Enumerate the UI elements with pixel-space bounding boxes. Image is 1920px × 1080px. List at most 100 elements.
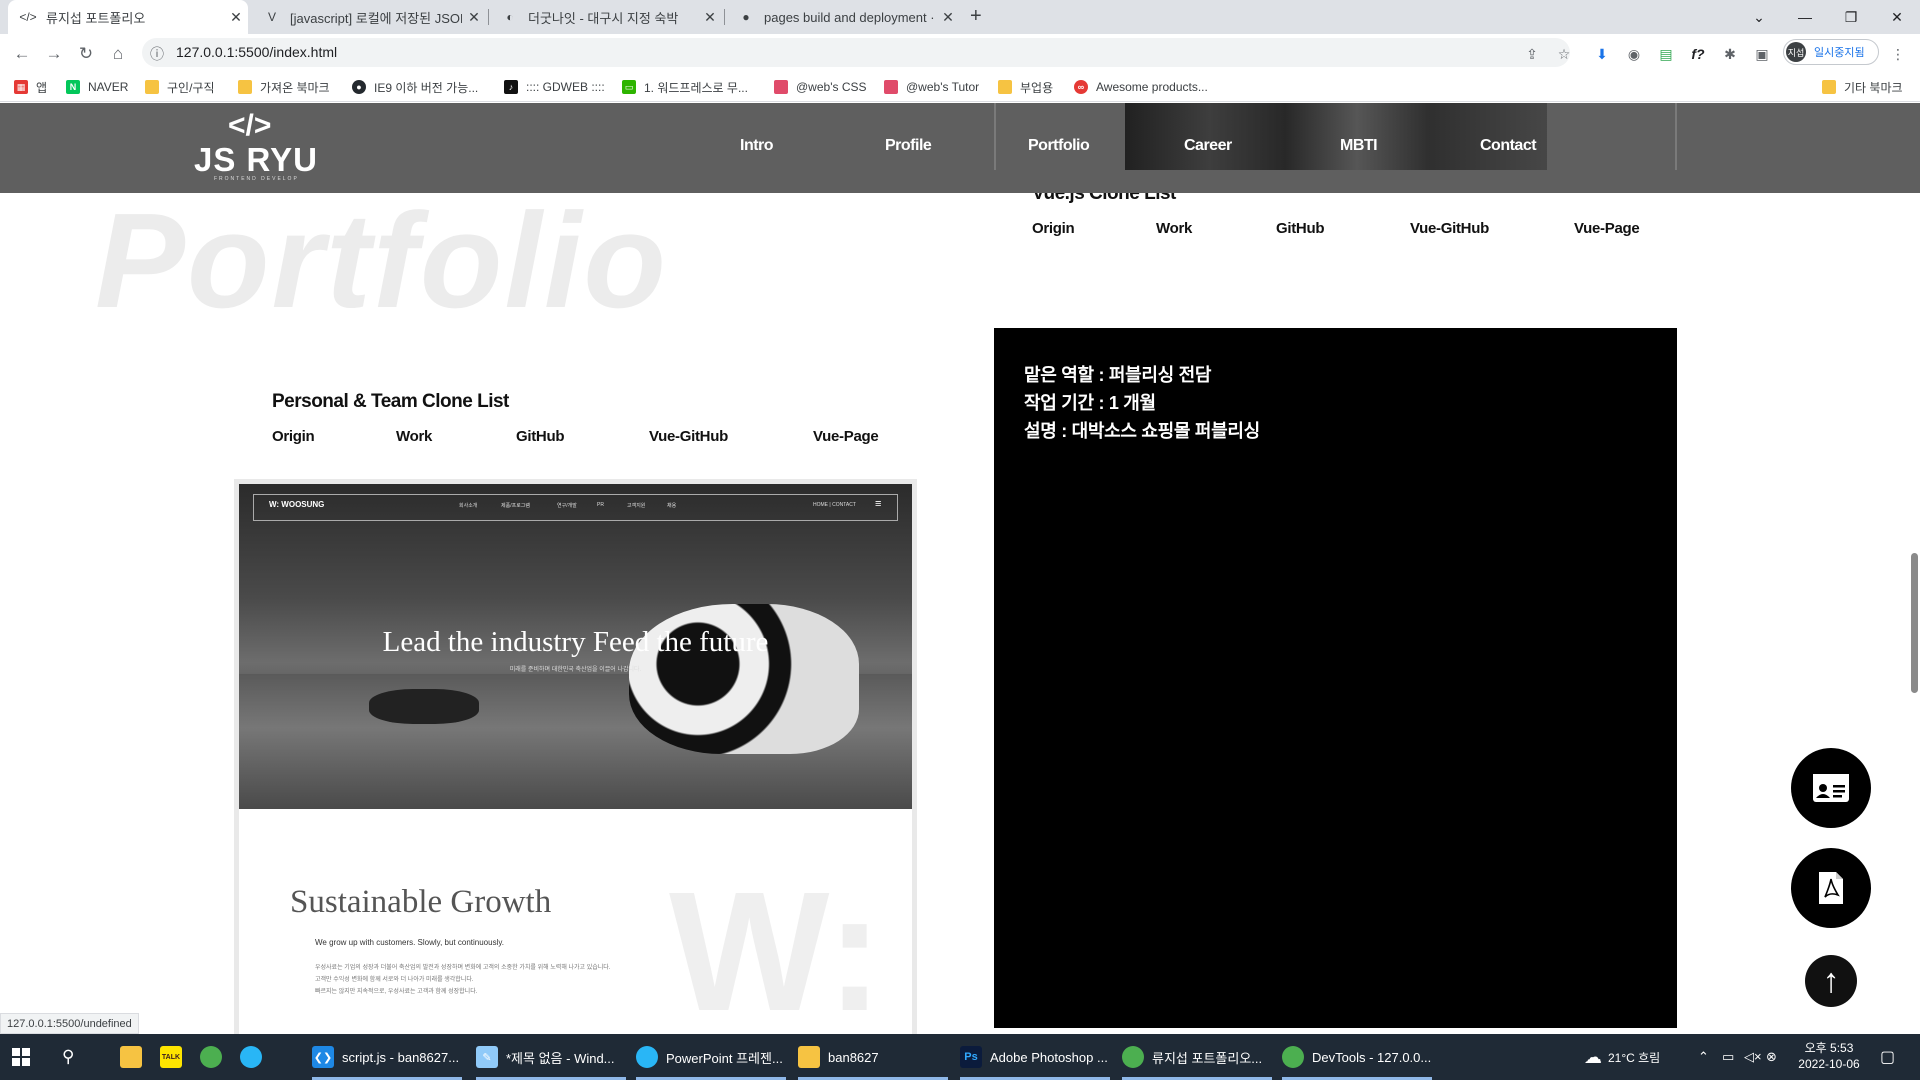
pinned-chrome[interactable] <box>200 1034 230 1080</box>
pinned-explorer[interactable] <box>120 1034 150 1080</box>
nav-mbti[interactable]: MBTI <box>1340 137 1378 155</box>
pdf-download-button[interactable] <box>1791 848 1871 928</box>
search-icon[interactable]: ⚲ <box>62 1034 74 1080</box>
fonts-extension-icon[interactable]: f? <box>1686 42 1710 66</box>
home-icon[interactable]: ⌂ <box>104 40 132 68</box>
left-link-vue-github[interactable]: Vue-GitHub <box>649 428 728 445</box>
tab-json[interactable]: V [javascript] 로컬에 저장된 JSON ✕ <box>252 0 486 34</box>
bookmark-webs-css[interactable]: @web's CSS <box>774 75 867 99</box>
bookmark-naver[interactable]: N NAVER <box>66 75 128 99</box>
right-link-vue-page[interactable]: Vue-Page <box>1574 220 1640 237</box>
scroll-top-button[interactable]: ↑ <box>1805 955 1857 1007</box>
tiktok-icon: ♪ <box>504 80 518 94</box>
woosung-screenshot[interactable]: W: WOOSUNG 회사소개 제품/프로그램 연구/개발 PR 고객지원 채용… <box>239 484 912 1034</box>
logo-code-icon[interactable]: </> <box>228 109 271 143</box>
contact-card-button[interactable] <box>1791 748 1871 828</box>
extensions-puzzle-icon[interactable]: ✱ <box>1718 42 1742 66</box>
bookmark-imported[interactable]: 가져온 북마크 <box>238 75 330 99</box>
close-icon[interactable]: ✕ <box>224 9 248 26</box>
shot-nav-item: PR <box>597 502 604 508</box>
powerpoint-icon <box>636 1046 658 1068</box>
download-icon[interactable]: ⬇ <box>1590 42 1614 66</box>
tab-search-icon[interactable]: ⌄ <box>1736 0 1782 34</box>
site-info-icon[interactable]: ⓘ <box>150 44 164 64</box>
notification-off-icon[interactable]: ⊗ <box>1766 1034 1777 1080</box>
shot-nav-item: 채용 <box>667 503 677 509</box>
nav-profile[interactable]: Profile <box>885 137 932 155</box>
start-button[interactable] <box>12 1034 30 1080</box>
pinned-kakaotalk[interactable]: TALK <box>160 1034 190 1080</box>
action-center-icon[interactable]: ▢ <box>1880 1034 1895 1080</box>
shot-nav-right: HOME | CONTACT <box>813 502 856 508</box>
folder-icon <box>1822 80 1836 94</box>
reload-icon[interactable]: ↻ <box>72 40 100 68</box>
network-icon[interactable]: ▭ <box>1722 1034 1734 1080</box>
bookmark-apps[interactable]: ▦ 앱 <box>14 75 47 99</box>
tab-portfolio[interactable]: </> 류지섭 포트폴리오 ✕ <box>8 0 248 34</box>
bookmark-webs-tutor[interactable]: @web's Tutor <box>884 75 979 99</box>
tab-goodnight[interactable]: ◐ 더굿나잇 - 대구시 지정 숙박 ✕ <box>490 0 722 34</box>
apps-grid-icon: ▦ <box>14 80 28 94</box>
left-link-origin[interactable]: Origin <box>272 428 315 445</box>
new-tab-button[interactable]: + <box>970 5 982 28</box>
camera-icon[interactable]: ◉ <box>1622 42 1646 66</box>
nav-contact[interactable]: Contact <box>1480 137 1537 155</box>
site-logo[interactable]: JS RYU <box>194 141 318 179</box>
left-link-github[interactable]: GitHub <box>516 428 565 445</box>
taskbar-app-vscode[interactable]: ❮❯ script.js - ban8627... <box>312 1034 459 1080</box>
weather-widget[interactable]: ☁ 21°C 흐림 <box>1584 1034 1660 1080</box>
left-link-vue-page[interactable]: Vue-Page <box>813 428 879 445</box>
clock[interactable]: 오후 5:53 2022-10-06 <box>1796 1040 1862 1072</box>
taskbar-app-chrome-portfolio[interactable]: 류지섭 포트폴리오... <box>1122 1034 1262 1080</box>
bookmark-star-icon[interactable]: ☆ <box>1552 42 1576 66</box>
nav-career[interactable]: Career <box>1184 137 1232 155</box>
url-text[interactable]: 127.0.0.1:5500/index.html <box>176 44 337 60</box>
left-link-work[interactable]: Work <box>396 428 432 445</box>
bookmark-jobs[interactable]: 구인/구직 <box>145 75 215 99</box>
bookmark-other[interactable]: 기타 북마크 <box>1822 75 1903 99</box>
minimize-icon[interactable]: — <box>1782 0 1828 34</box>
taskbar-app-photoshop[interactable]: Ps Adobe Photoshop ... <box>960 1034 1108 1080</box>
page-scrollbar[interactable] <box>1911 553 1918 693</box>
menu-kebab-icon[interactable]: ⋮ <box>1886 42 1910 66</box>
bookmark-ie9[interactable]: ● IE9 이하 버전 가능... <box>352 75 478 99</box>
close-window-icon[interactable]: ✕ <box>1874 0 1920 34</box>
taskbar-app-powerpoint[interactable]: PowerPoint 프레젠... <box>636 1034 783 1080</box>
taskbar-app-folder[interactable]: ban8627 <box>798 1034 879 1080</box>
pinned-edge[interactable] <box>240 1034 270 1080</box>
taskbar-app-notepad[interactable]: ✎ *제목 없음 - Wind... <box>476 1034 615 1080</box>
folder-icon <box>145 80 159 94</box>
bookmark-side-job[interactable]: 부업용 <box>998 75 1053 99</box>
bookmark-gdweb[interactable]: ♪:::: GDWEB :::: <box>504 75 605 99</box>
info-period: 작업 기간 : 1 개월 <box>1024 393 1156 413</box>
close-icon[interactable]: ✕ <box>698 9 722 26</box>
tab-pages-build[interactable]: ● pages build and deployment · c ✕ <box>726 0 960 34</box>
nav-portfolio[interactable]: Portfolio <box>1028 137 1090 155</box>
address-bar[interactable] <box>142 38 1570 67</box>
profile-chip[interactable]: 지섭 일시중지됨 <box>1783 39 1879 65</box>
restore-icon[interactable]: ❐ <box>1828 0 1874 34</box>
side-panel-icon[interactable]: ▣ <box>1750 42 1774 66</box>
shot-logo: W: WOOSUNG <box>269 500 325 509</box>
close-icon[interactable]: ✕ <box>936 9 960 26</box>
bookmark-wordpress[interactable]: ▭ 1. 워드프레스로 무... <box>622 75 748 99</box>
close-icon[interactable]: ✕ <box>462 9 486 26</box>
folder-icon <box>998 80 1012 94</box>
nav-intro[interactable]: Intro <box>740 137 774 155</box>
sheet-extension-icon[interactable]: ▤ <box>1654 42 1678 66</box>
forward-icon[interactable]: → <box>40 40 68 68</box>
right-link-work[interactable]: Work <box>1156 220 1192 237</box>
page-viewport: Portfolio Vue.js Clone List Origin Work … <box>0 103 1920 1034</box>
right-link-vue-github[interactable]: Vue-GitHub <box>1410 220 1489 237</box>
tray-chevron-icon[interactable]: ⌃ <box>1698 1034 1709 1080</box>
volume-muted-icon[interactable]: ◁× <box>1744 1034 1762 1080</box>
taskbar-app-devtools[interactable]: DevTools - 127.0.0... <box>1282 1034 1431 1080</box>
info-description: 설명 : 대박소스 쇼핑몰 퍼블리싱 <box>1024 421 1260 441</box>
right-link-github[interactable]: GitHub <box>1276 220 1325 237</box>
right-link-origin[interactable]: Origin <box>1032 220 1075 237</box>
shot-hero-title: Lead the industry Feed the future <box>382 626 769 658</box>
bookmark-awesome[interactable]: ∞ Awesome products... <box>1074 75 1208 99</box>
share-icon[interactable]: ⇪ <box>1520 42 1544 66</box>
back-icon[interactable]: ← <box>8 40 36 68</box>
webs-icon <box>884 80 898 94</box>
